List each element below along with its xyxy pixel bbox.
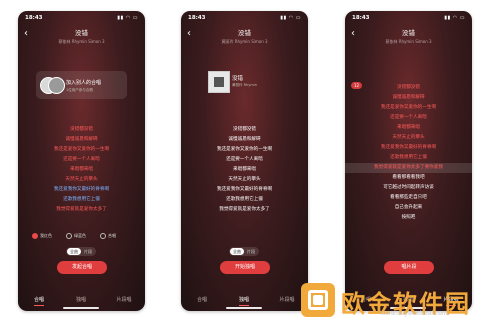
lyric-line: 天然天止的攀头 [65, 177, 98, 182]
role-option-blue[interactable]: 绿蓝色 [66, 233, 86, 239]
album-cover [208, 71, 230, 93]
lyric-line: 我还是爱你又爱你的一生啊 [216, 147, 273, 152]
lyric-line: 我还是爱你又爱你的一生啊 [53, 147, 110, 152]
status-time: 18:43 [352, 15, 370, 21]
status-time: 18:43 [25, 15, 43, 21]
sing-segment-button[interactable]: 唱片段 [384, 261, 434, 274]
lyric-line: 我还是爱你又爱你的一生啊 [380, 105, 437, 110]
role-option-red[interactable]: 我红色 [32, 233, 52, 239]
lyric-line: 我还爱我你又最好的脊脊啊 [216, 187, 273, 192]
lyric-line: 没错都没错 [233, 127, 256, 132]
lyric-line: 来唱都来唱 [70, 167, 93, 172]
lyric-line: 天然天止的攀头 [392, 135, 425, 140]
tab-chorus[interactable]: 合唱 [18, 296, 60, 306]
lyric-line: 来唱都来唱 [397, 125, 420, 130]
phone-screen-chorus: 18:43 ▮▮ ◠ ▭ ‹ 没错 蔡依林 Rhymin Simon 3 加入别… [18, 11, 145, 311]
lyric-line: 天然天止的攀头 [228, 177, 261, 182]
lyric-line: 还是要一个人离暗 [226, 157, 263, 162]
lyric-line: 可它越过时间起转声访谈 [383, 185, 434, 190]
lyric-line: 看看那些走自只吧 [390, 195, 427, 200]
song-title: 没错 [402, 29, 415, 37]
status-icons: ▮▮ ◠ ▭ [280, 15, 301, 21]
song-info-card: 没错 黄丽玲 Rhymin [208, 71, 268, 93]
song-title: 没错 [75, 29, 88, 37]
lyric-line: 诚慢诚恳和解碍 [228, 137, 261, 142]
tab-chorus[interactable]: 合唱 [181, 296, 223, 303]
status-bar: 18:43 ▮▮ ◠ ▭ [25, 15, 138, 23]
nav-bar: ‹ 没错 蔡依林 Rhymin Simon 3 [18, 25, 145, 45]
join-chorus-count: 1位用户参与合唱 [66, 88, 93, 92]
toggle-full[interactable]: 全曲 [67, 248, 81, 255]
back-icon[interactable]: ‹ [351, 28, 355, 39]
start-solo-button[interactable]: 开始独唱 [220, 261, 270, 274]
toggle-full[interactable]: 全曲 [230, 248, 244, 255]
join-chorus-title: 加入别人的合唱 [66, 80, 102, 86]
phone-screen-segment: 18:43 ▮▮ ◠ ▭ ‹ 没错 蔡依林 Rhymin Simon 3 12 … [345, 11, 472, 311]
lyric-line: 我觉得爱就是爱你太多了 [219, 207, 270, 212]
lyric-line: 还歌我想用它上僵 [390, 155, 427, 160]
toggle-segment[interactable]: 片段 [81, 248, 95, 255]
lyrics-list: 没错都没错诚慢诚恳和解碍我还是爱你又爱你的一生啊 还是要一个人离暗 来唱都来唱天然天… [18, 125, 145, 215]
lyric-line: 我还爱我你又最好的脊脊啊 [380, 145, 437, 150]
lyric-line: 还是要一个人离暗 [63, 157, 100, 162]
card-song-title: 没错 [232, 76, 244, 82]
radio-dot [66, 233, 72, 239]
status-icons: ▮▮ ◠ ▭ [117, 15, 138, 21]
toggle-segment[interactable]: 片段 [244, 248, 258, 255]
status-time: 18:43 [188, 15, 206, 21]
logo-url: www.ouyaoxiazai.com [381, 310, 448, 317]
status-bar: 18:43 ▮▮ ◠ ▭ [188, 15, 301, 23]
tab-indicator [34, 305, 44, 306]
mode-toggle[interactable]: 全曲 片段 [229, 247, 259, 256]
join-chorus-card[interactable]: 加入别人的合唱 1位用户参与合唱 [36, 71, 127, 99]
lyric-line: 来唱都来唱 [233, 167, 256, 172]
tab-solo[interactable]: 独唱 [223, 296, 265, 306]
lyric-line: 自己会升起来 [394, 205, 423, 210]
lyric-line: 没错都没错 [70, 127, 93, 132]
back-icon[interactable]: ‹ [187, 28, 191, 39]
status-bar: 18:43 ▮▮ ◠ ▭ [352, 15, 465, 23]
nav-bar: ‹ 没错 蔡依林 Rhymin Simon 3 [345, 25, 472, 45]
logo-icon [301, 283, 335, 317]
phone-screen-solo: 18:43 ▮▮ ◠ ▭ ‹ 没错 黄丽玲 Rhymin Simon 3 没错 … [181, 11, 308, 311]
lyric-line: 诚慢诚恳和解碍 [392, 95, 425, 100]
lyric-line: 诚慢诚恳和解碍 [65, 137, 98, 142]
role-selector: 我红色 绿蓝色 合唱 [32, 233, 135, 241]
nav-bar: ‹ 没错 黄丽玲 Rhymin Simon 3 [181, 25, 308, 45]
lyric-line: 没错都没错 [397, 85, 420, 90]
lyric-line: 我觉得爱就是爱你太多了要你爱我 [345, 163, 472, 173]
lyrics-list: 没错都没错诚慢诚恳和解碍我还是爱你又爱你的一生啊 还是要一个人离暗 来唱都来唱天然天… [345, 83, 472, 223]
back-icon[interactable]: ‹ [24, 28, 28, 39]
song-artist: 黄丽玲 Rhymin Simon 3 [221, 39, 268, 44]
song-artist: 蔡依林 Rhymin Simon 3 [58, 39, 105, 44]
tab-solo[interactable]: 独唱 [60, 296, 102, 303]
lyric-line: 按照吧 [401, 215, 416, 220]
lyric-line: 我还爱我你又最好的脊脊啊 [53, 187, 110, 192]
radio-dot [100, 233, 106, 239]
tab-indicator [239, 305, 249, 306]
watermark-logo: 欧金软件园 www.ouyaoxiazai.com [301, 283, 491, 319]
mode-toggle[interactable]: 全曲 片段 [66, 247, 96, 256]
tab-segment[interactable]: 片段唱 [103, 296, 145, 303]
lyric-line: 还是要一个人离暗 [390, 115, 427, 120]
radio-dot [32, 233, 38, 239]
role-option-chorus[interactable]: 合唱 [100, 233, 116, 239]
status-icons: ▮▮ ◠ ▭ [444, 15, 465, 21]
avatar [48, 77, 65, 94]
lyric-line: 还歌我想用它上僵 [63, 197, 100, 202]
lyric-line: 我觉得爱就是爱你太多了 [56, 207, 107, 212]
home-indicator [226, 307, 262, 309]
start-chorus-button[interactable]: 发起合唱 [57, 261, 107, 274]
lyrics-list: 没错都没错诚慢诚恳和解碍我还是爱你又爱你的一生啊 还是要一个人离暗 来唱都来唱天然天… [181, 125, 308, 215]
song-artist: 蔡依林 Rhymin Simon 3 [385, 39, 432, 44]
song-title: 没错 [238, 29, 251, 37]
home-indicator [63, 307, 99, 309]
avatar-group [40, 77, 65, 94]
lyric-line: 还歌我想用它上僵 [226, 197, 263, 202]
lyric-line: 看看那看看我吧 [392, 175, 425, 180]
card-song-artist: 黄丽玲 Rhymin [232, 83, 257, 87]
